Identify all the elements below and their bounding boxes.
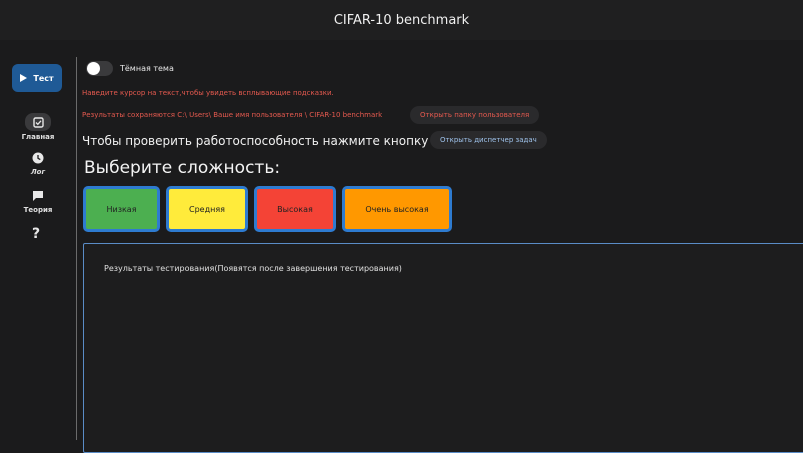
- dark-theme-toggle[interactable]: [86, 61, 113, 76]
- play-icon: [20, 74, 28, 82]
- test-button-label: Тест: [33, 73, 54, 83]
- test-button[interactable]: Тест: [12, 64, 62, 92]
- help-icon[interactable]: ?: [32, 226, 40, 242]
- difficulty-very-high-button[interactable]: Очень высокая: [342, 186, 452, 232]
- sidebar-item-label: Главная: [21, 133, 55, 141]
- difficulty-high-button[interactable]: Высокая: [254, 186, 336, 232]
- app-title: CIFAR-10 benchmark: [333, 12, 470, 28]
- sidebar-item-main[interactable]: Главная: [0, 113, 76, 141]
- results-panel: [83, 243, 803, 453]
- check-box-icon: [25, 113, 51, 131]
- window-title-bar: CIFAR-10 benchmark: [0, 0, 803, 40]
- tooltip-hint-text: Наведите курсор на текст,чтобы увидеть в…: [82, 89, 334, 97]
- history-icon: [27, 150, 49, 166]
- sidebar-item-label: Лог: [30, 168, 46, 176]
- sidebar-item-label: Теория: [23, 206, 53, 214]
- chat-icon: [27, 188, 49, 204]
- dark-theme-label: Тёмная тема: [120, 64, 174, 73]
- saved-path-text: Результаты сохраняются C:\ Users\ Ваше и…: [82, 111, 383, 119]
- sidebar-item-log[interactable]: Лог: [0, 150, 76, 176]
- difficulty-heading: Выберите сложность:: [84, 158, 281, 178]
- open-user-folder-button[interactable]: Открыть папку пользователя: [410, 106, 540, 124]
- results-placeholder-text: Результаты тестирования(Появятся после з…: [104, 264, 402, 273]
- difficulty-low-button[interactable]: Низкая: [83, 186, 160, 232]
- difficulty-medium-button[interactable]: Средняя: [166, 186, 248, 232]
- check-instruction-text: Чтобы проверить работоспособность нажмит…: [82, 134, 464, 148]
- open-task-manager-button[interactable]: Открыть диспетчер задач: [430, 131, 547, 149]
- sidebar-divider: [76, 57, 77, 440]
- toggle-knob: [87, 62, 100, 75]
- sidebar-item-theory[interactable]: Теория: [0, 188, 76, 214]
